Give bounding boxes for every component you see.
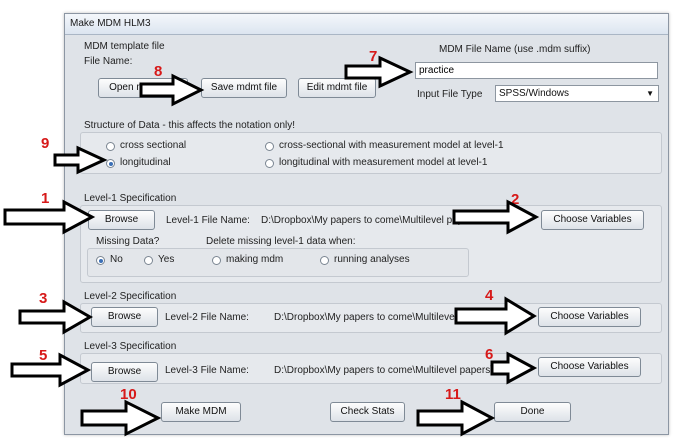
arrow-icon: [416, 399, 496, 437]
arrow-icon: [139, 73, 205, 107]
annotation-arrows: [3, 55, 540, 437]
arrow-icon: [490, 351, 538, 385]
arrow-icon: [18, 299, 94, 335]
arrow-icon: [53, 145, 108, 175]
arrow-icon: [344, 55, 414, 89]
arrow-icon: [454, 296, 537, 336]
arrow-icon: [10, 352, 92, 388]
arrow-icon: [452, 199, 540, 235]
arrow-icon: [3, 199, 96, 235]
arrow-icon: [80, 399, 162, 437]
